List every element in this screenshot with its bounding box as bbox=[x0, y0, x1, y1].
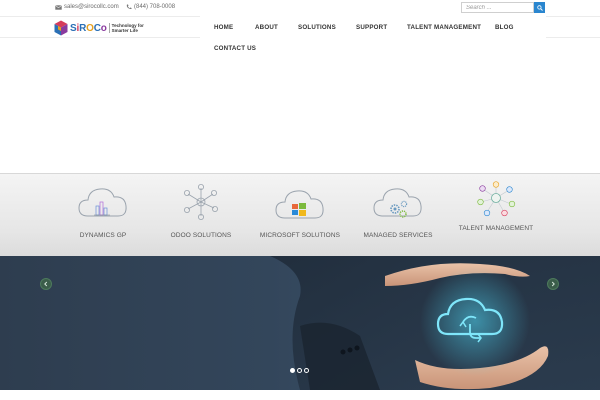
nav-item-talent-management[interactable]: TALENT MANAGEMENT bbox=[407, 24, 481, 31]
cloud-gears-icon bbox=[373, 188, 422, 218]
nav-item-blog[interactable]: BLOG bbox=[495, 24, 514, 31]
page-bottom bbox=[0, 390, 600, 400]
service-microsoft-solutions[interactable]: MICROSOFT SOLUTIONS bbox=[250, 182, 350, 239]
logo-cube-icon bbox=[54, 20, 68, 36]
service-talent-management[interactable]: TALENT MANAGEMENT bbox=[446, 180, 546, 232]
slider-next-button[interactable] bbox=[547, 278, 559, 290]
service-label: DYNAMICS GP bbox=[79, 232, 127, 239]
slider-pagination bbox=[290, 368, 309, 373]
main-nav: HOME ABOUT SOLUTIONS SUPPORT TALENT MANA… bbox=[200, 16, 546, 60]
top-bar: sales@sirocollc.com (844) 708-0008 bbox=[0, 0, 600, 16]
service-label: MICROSOFT SOLUTIONS bbox=[259, 232, 341, 239]
service-label: ODOO SOLUTIONS bbox=[170, 232, 232, 239]
service-label: MANAGED SERVICES bbox=[363, 232, 433, 239]
cloud-chart-icon bbox=[78, 188, 127, 217]
nav-item-contact-us[interactable]: CONTACT US bbox=[214, 45, 256, 52]
chevron-right-icon bbox=[551, 281, 555, 287]
logo-wordmark: SiROCo bbox=[70, 22, 107, 34]
logo-tagline: Technology for Smarter Life bbox=[108, 23, 151, 33]
search-button[interactable] bbox=[534, 2, 545, 13]
slider-dot-2[interactable] bbox=[297, 368, 302, 373]
network-nodes-icon bbox=[183, 184, 219, 221]
nav-item-support[interactable]: SUPPORT bbox=[356, 24, 387, 31]
people-network-icon bbox=[477, 181, 516, 217]
phone-contact[interactable]: (844) 708-0008 bbox=[126, 4, 175, 10]
nav-item-solutions[interactable]: SOLUTIONS bbox=[298, 24, 336, 31]
slider-dot-1[interactable] bbox=[290, 368, 295, 373]
service-managed-services[interactable]: MANAGED SERVICES bbox=[348, 182, 448, 239]
page: sales@sirocollc.com (844) 708-0008 SiROC… bbox=[0, 0, 600, 400]
cloud-windows-icon bbox=[275, 190, 324, 219]
service-dynamics-gp[interactable]: DYNAMICS GP bbox=[53, 182, 153, 239]
logo[interactable]: SiROCo Technology for Smarter Life bbox=[54, 18, 151, 38]
services-band: DYNAMICS GP ODOO SOLUTIONS MICROSOFT SOL… bbox=[0, 173, 600, 256]
email-text[interactable]: sales@sirocollc.com bbox=[64, 4, 119, 10]
search-icon bbox=[536, 4, 543, 11]
search-input[interactable] bbox=[461, 2, 534, 13]
nav-item-home[interactable]: HOME bbox=[214, 24, 233, 31]
phone-icon bbox=[126, 4, 132, 10]
hero-slider bbox=[0, 256, 600, 390]
nav-item-about[interactable]: ABOUT bbox=[255, 24, 278, 31]
email-contact[interactable]: sales@sirocollc.com bbox=[55, 4, 119, 10]
envelope-icon bbox=[55, 4, 62, 10]
service-label: TALENT MANAGEMENT bbox=[458, 225, 534, 232]
slider-dot-3[interactable] bbox=[304, 368, 309, 373]
slider-prev-button[interactable] bbox=[40, 278, 52, 290]
search-box bbox=[461, 2, 545, 13]
phone-text[interactable]: (844) 708-0008 bbox=[134, 4, 175, 10]
service-odoo-solutions[interactable]: ODOO SOLUTIONS bbox=[151, 182, 251, 239]
chevron-left-icon bbox=[44, 281, 48, 287]
